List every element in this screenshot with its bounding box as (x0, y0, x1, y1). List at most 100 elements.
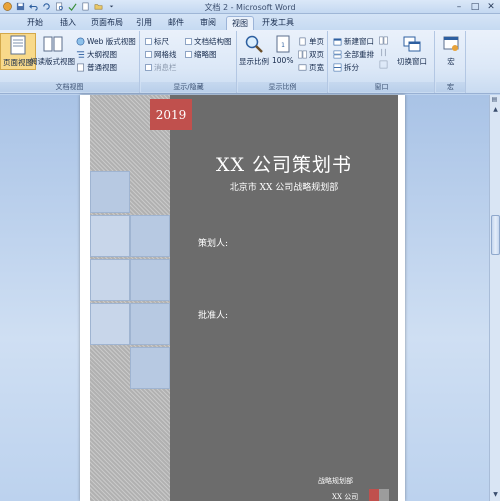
message-bar-checkbox[interactable]: 消息栏 (145, 62, 177, 73)
macros-label: 宏 (447, 57, 455, 66)
scroll-up-arrow-icon[interactable]: ▲ (491, 105, 500, 114)
group-label-macros: 宏 (436, 82, 465, 92)
draft-label: 普通视图 (87, 63, 117, 72)
maximize-button[interactable]: □ (468, 1, 482, 12)
new-window-icon (333, 38, 342, 46)
decorative-tile (90, 215, 130, 257)
arrange-all-label: 全部重排 (344, 50, 374, 59)
minimize-button[interactable]: – (452, 1, 466, 12)
tab-insert[interactable]: 插入 (55, 16, 81, 30)
macros-icon (443, 36, 459, 51)
message-bar-check[interactable] (145, 64, 152, 71)
zoom-label: 显示比例 (239, 57, 269, 66)
view-side-by-side-icon[interactable] (379, 36, 388, 45)
two-pages-icon (298, 50, 307, 59)
globe-icon (76, 37, 85, 46)
group-label-window: 窗口 (329, 82, 434, 92)
window-title: 文档 2 - Microsoft Word (204, 3, 296, 12)
cover-subtitle[interactable]: 北京市 XX 公司战略规划部 (170, 180, 398, 193)
zoom-100-label: 100% (272, 56, 294, 65)
thumbnails-check[interactable] (185, 51, 192, 58)
full-screen-reading-button[interactable]: 阅读版式视图 (30, 34, 75, 67)
synchronous-scrolling-icon[interactable] (379, 48, 388, 57)
print-layout-icon (10, 35, 26, 55)
tab-view[interactable]: 视图 (226, 16, 254, 30)
magnifier-icon (245, 35, 263, 53)
document-map-label: 文档结构图 (194, 37, 232, 46)
page-width-label: 页宽 (309, 63, 324, 72)
title-bar: 文档 2 - Microsoft Word – □ ✕ (0, 0, 500, 14)
print-layout-label: 页面视图 (3, 58, 33, 67)
group-label-show-hide: 显示/隐藏 (141, 82, 236, 92)
outline-view-button[interactable]: 大纲视图 (76, 49, 117, 60)
web-layout-button[interactable]: Web 版式视图 (76, 36, 136, 47)
tab-mailings[interactable]: 邮件 (163, 16, 189, 30)
tab-page-layout[interactable]: 页面布局 (86, 16, 128, 30)
group-zoom: 显示比例 1 100% 单页 双页 页宽 显示比例 (238, 31, 328, 93)
document-page[interactable]: 2019 XX 公司策划书 北京市 XX 公司战略规划部 策划人: 批准人: 战… (80, 95, 405, 501)
gridlines-label: 网格线 (154, 50, 177, 59)
split-button[interactable]: 拆分 (333, 62, 359, 73)
vertical-scrollbar[interactable]: ▲ ▼ (489, 95, 500, 501)
ruler-checkbox[interactable]: 标尺 (145, 36, 169, 47)
footer-department[interactable]: 战略规划部 (318, 476, 353, 486)
close-button[interactable]: ✕ (484, 1, 498, 12)
page-width-icon (298, 64, 307, 71)
switch-windows-button[interactable]: 切换窗口 (397, 34, 427, 67)
footer-company[interactable]: XX 公司 (332, 492, 358, 501)
side-by-side-buttons (379, 36, 388, 69)
group-label-zoom: 显示比例 (238, 82, 327, 92)
reset-window-position-icon[interactable] (379, 60, 388, 69)
ruler-label: 标尺 (154, 37, 169, 46)
two-pages-label: 双页 (309, 50, 324, 59)
outline-label: 大纲视图 (87, 50, 117, 59)
ruler-check[interactable] (145, 38, 152, 45)
macros-button[interactable]: 宏 (441, 34, 461, 67)
split-icon (333, 63, 342, 72)
switch-windows-icon (403, 36, 421, 52)
decorative-tile (130, 259, 170, 301)
two-pages-button[interactable]: 双页 (298, 49, 324, 60)
group-document-views: 页面视图 阅读版式视图 Web 版式视图 大纲视图 普通视图 文档视图 (0, 31, 140, 93)
web-layout-label: Web 版式视图 (87, 37, 136, 46)
planner-field[interactable]: 策划人: (198, 236, 228, 249)
switch-windows-label: 切换窗口 (397, 57, 427, 66)
tab-review[interactable]: 审阅 (195, 16, 221, 30)
zoom-button[interactable]: 显示比例 (239, 34, 269, 67)
scroll-thumb[interactable] (491, 215, 500, 255)
decorative-tile (130, 303, 170, 345)
one-page-label: 单页 (309, 37, 324, 46)
group-label-document-views: 文档视图 (0, 82, 139, 92)
document-map-check[interactable] (185, 38, 192, 45)
zoom-100-button[interactable]: 1 100% (272, 34, 293, 65)
tab-developer[interactable]: 开发工具 (257, 16, 299, 30)
draft-view-button[interactable]: 普通视图 (76, 62, 117, 73)
reading-layout-label: 阅读版式视图 (30, 57, 75, 66)
draft-icon (77, 63, 84, 72)
tab-home[interactable]: 开始 (22, 16, 48, 30)
ribbon-tab-bar: 开始 插入 页面布局 引用 邮件 审阅 视图 开发工具 (0, 14, 500, 30)
gridlines-check[interactable] (145, 51, 152, 58)
group-window: 新建窗口 全部重排 拆分 切换窗口 窗口 (329, 31, 435, 93)
tab-references[interactable]: 引用 (131, 16, 157, 30)
one-page-button[interactable]: 单页 (298, 36, 324, 47)
approver-field[interactable]: 批准人: (198, 308, 228, 321)
new-window-button[interactable]: 新建窗口 (333, 36, 374, 47)
scroll-down-arrow-icon[interactable]: ▼ (491, 490, 500, 499)
cover-title[interactable]: XX 公司策划书 (170, 150, 398, 177)
decorative-tile (130, 347, 170, 389)
window-controls: – □ ✕ (452, 1, 498, 12)
arrange-all-icon (333, 50, 342, 59)
footer-gray-square (379, 489, 389, 501)
document-map-checkbox[interactable]: 文档结构图 (185, 36, 232, 47)
thumbnails-label: 缩略图 (194, 50, 217, 59)
ruler-toggle-icon[interactable]: ▤ (490, 96, 499, 105)
thumbnails-checkbox[interactable]: 缩略图 (185, 49, 217, 60)
page-width-button[interactable]: 页宽 (298, 62, 324, 73)
arrange-all-button[interactable]: 全部重排 (333, 49, 374, 60)
year-badge[interactable]: 2019 (150, 99, 192, 130)
gridlines-checkbox[interactable]: 网格线 (145, 49, 177, 60)
ribbon: 页面视图 阅读版式视图 Web 版式视图 大纲视图 普通视图 文档视图 标尺 网… (0, 30, 500, 94)
group-macros: 宏 宏 (436, 31, 466, 93)
zoom-100-icon: 1 (276, 35, 290, 53)
